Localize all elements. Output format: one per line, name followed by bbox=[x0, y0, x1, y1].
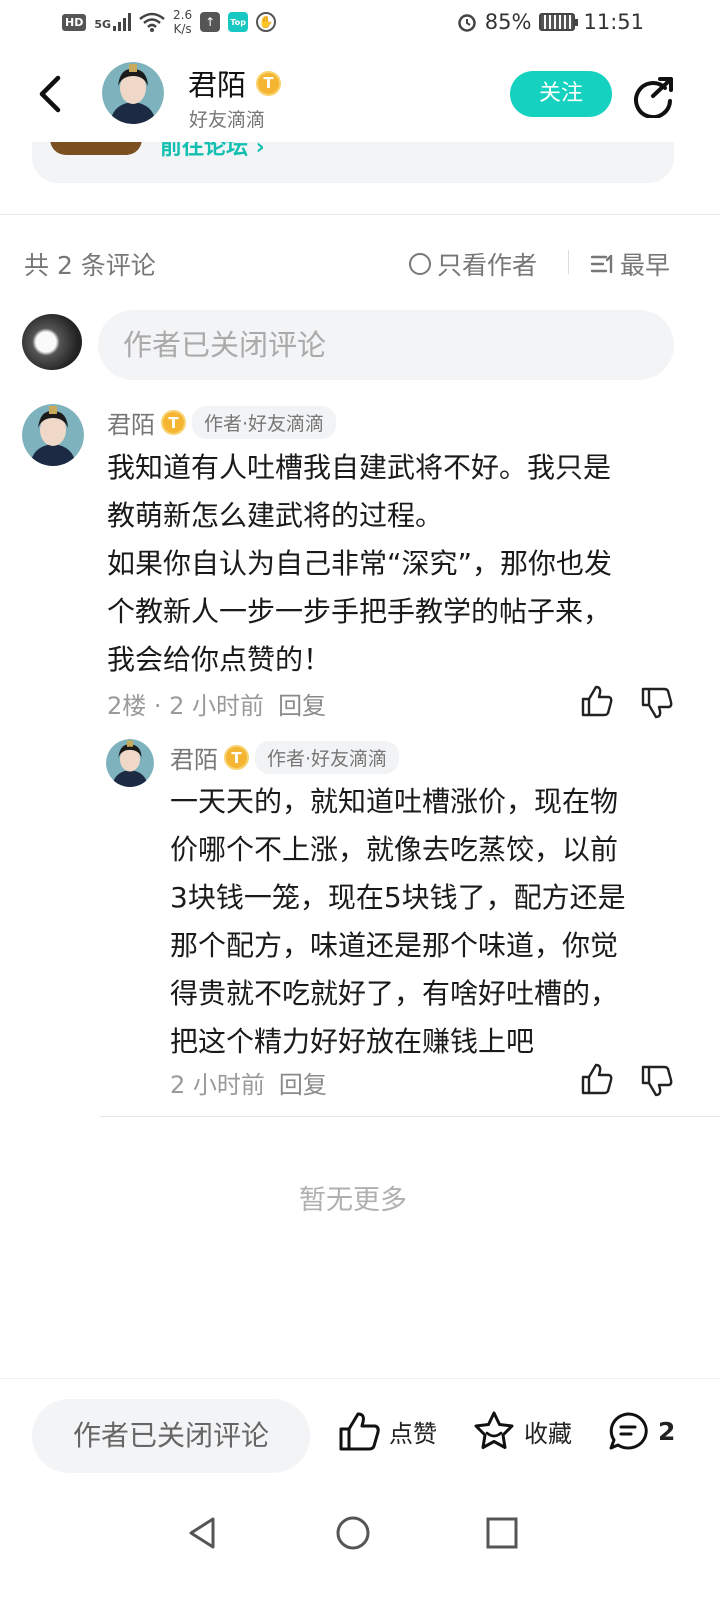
status-bar: HD 5G 2.6 K/s ↑ Top ✋ 85% 11:51 bbox=[0, 0, 720, 50]
reply-line: 那个配方，味道还是那个味道，你觉 bbox=[170, 929, 619, 962]
author-tag: 作者·好友滴滴 bbox=[192, 406, 337, 439]
reply-button[interactable]: 回复 bbox=[278, 686, 326, 721]
comment-avatar[interactable] bbox=[22, 404, 84, 466]
section-divider bbox=[0, 214, 720, 215]
reply-line: 得贵就不吃就好了，有啥好吐槽的， bbox=[170, 977, 619, 1010]
comment-count-badge: 2 bbox=[658, 1416, 676, 1446]
sort-icon bbox=[590, 254, 613, 274]
favorite-button[interactable]: 收藏 bbox=[472, 1409, 572, 1453]
reply-avatar[interactable] bbox=[106, 739, 154, 787]
comment-header: 君陌 T 作者·好友滴滴 bbox=[107, 405, 337, 440]
clock: 11:51 bbox=[583, 10, 644, 34]
reply-line: 一天天的，就知道吐槽涨价，现在物 bbox=[170, 785, 619, 818]
signal-icon: 5G bbox=[94, 13, 132, 31]
comment-icon bbox=[609, 1412, 648, 1450]
comment-line: 教萌新怎么建武将的过程。 bbox=[107, 499, 444, 532]
reply-time: 2 小时前 bbox=[170, 1071, 265, 1099]
commenter-name[interactable]: 君陌 bbox=[107, 405, 155, 440]
network-type: 5G bbox=[94, 18, 112, 31]
like-icon bbox=[339, 1412, 380, 1451]
system-nav-bar bbox=[0, 1500, 720, 1600]
top-header: 君陌 T 好友滴滴 关注 bbox=[0, 50, 720, 142]
author-only-toggle[interactable]: 只看作者 bbox=[409, 246, 537, 282]
author-name-text: 君陌 bbox=[188, 68, 247, 102]
follow-button[interactable]: 关注 bbox=[510, 71, 612, 117]
battery-icon bbox=[539, 13, 579, 31]
no-more-label: 暂无更多 bbox=[299, 1185, 407, 1216]
back-arrow-icon[interactable] bbox=[30, 70, 74, 118]
bottom-comment-input[interactable]: 作者已关闭评论 bbox=[32, 1399, 310, 1473]
level-badge-icon: T bbox=[161, 410, 186, 435]
author-tag: 作者·好友滴滴 bbox=[255, 741, 400, 774]
comment-floor-time: 2楼 · 2 小时前 bbox=[107, 692, 265, 720]
upload-icon: ↑ bbox=[200, 12, 221, 32]
reply-button[interactable]: 回复 bbox=[279, 1065, 327, 1100]
hd-indicator: HD bbox=[62, 13, 87, 31]
author-name[interactable]: 君陌 T bbox=[188, 62, 282, 104]
network-speed: 2.6 K/s bbox=[173, 8, 193, 36]
current-user-avatar bbox=[22, 314, 82, 370]
nav-back-icon[interactable] bbox=[183, 1513, 223, 1553]
comment-count: 共 2 条评论 bbox=[24, 251, 156, 280]
reply-line: 价哪个不上涨，就像去吃蒸饺，以前 bbox=[170, 833, 619, 866]
reply-body: 一天天的，就知道吐槽涨价，现在物 价哪个不上涨，就像去吃蒸饺，以前 3块钱一笼，… bbox=[170, 778, 626, 1066]
sort-button[interactable]: 最早 bbox=[590, 246, 670, 282]
thumbs-down-icon[interactable] bbox=[640, 1064, 674, 1098]
favorite-label: 收藏 bbox=[524, 1419, 572, 1448]
share-icon[interactable] bbox=[632, 74, 676, 118]
reply-line: 把这个精力好好放在赚钱上吧 bbox=[170, 1025, 535, 1058]
comment-button[interactable]: 2 bbox=[606, 1409, 675, 1453]
comment-line: 我知道有人吐槽我自建武将不好。我只是 bbox=[107, 451, 612, 484]
wifi-icon bbox=[139, 12, 165, 32]
like-button[interactable]: 点赞 bbox=[337, 1409, 437, 1453]
author-only-label: 只看作者 bbox=[437, 251, 538, 280]
author-group: 好友滴滴 bbox=[189, 109, 266, 131]
like-label: 点赞 bbox=[389, 1419, 437, 1448]
comment-input[interactable]: 作者已关闭评论 bbox=[98, 310, 674, 380]
sort-label: 最早 bbox=[620, 251, 671, 280]
comment-body: 我知道有人吐槽我自建武将不好。我只是 教萌新怎么建武将的过程。 如果你自认为自己… bbox=[107, 444, 612, 684]
reply-divider bbox=[100, 1116, 720, 1117]
alarm-icon bbox=[458, 14, 476, 32]
level-badge-icon: T bbox=[256, 70, 282, 96]
comment-line: 个教新人一步一步手把手教学的帖子来， bbox=[107, 595, 612, 628]
comments-toolbar: 共 2 条评论 只看作者 最早 bbox=[0, 236, 720, 286]
top-app-icon: Top bbox=[228, 12, 249, 32]
hand-icon: ✋ bbox=[256, 12, 277, 32]
star-icon bbox=[474, 1411, 514, 1449]
thumbs-up-icon[interactable] bbox=[580, 1062, 614, 1096]
reply-line: 3块钱一笼，现在5块钱了，配方还是 bbox=[170, 881, 626, 914]
author-avatar[interactable] bbox=[102, 62, 164, 124]
nav-home-icon[interactable] bbox=[333, 1513, 373, 1553]
radio-circle-icon bbox=[409, 253, 431, 275]
thumbs-up-icon[interactable] bbox=[580, 684, 614, 718]
level-badge-icon: T bbox=[224, 745, 249, 770]
bottom-action-bar: 作者已关闭评论 点赞 收藏 2 bbox=[0, 1378, 720, 1488]
reply-meta: 2 小时前 回复 bbox=[170, 1065, 327, 1100]
nav-recents-icon[interactable] bbox=[482, 1513, 522, 1553]
reply-header: 君陌 T 作者·好友滴滴 bbox=[170, 740, 400, 775]
comment-line: 如果你自认为自己非常“深究”，那你也发 bbox=[107, 547, 613, 580]
replier-name[interactable]: 君陌 bbox=[170, 740, 218, 775]
toolbar-separator bbox=[568, 250, 569, 274]
battery-percent: 85% bbox=[484, 10, 532, 34]
comment-line: 我会给你点赞的！ bbox=[107, 643, 332, 676]
comment-meta: 2楼 · 2 小时前 回复 bbox=[107, 686, 326, 721]
thumbs-down-icon[interactable] bbox=[640, 686, 674, 720]
